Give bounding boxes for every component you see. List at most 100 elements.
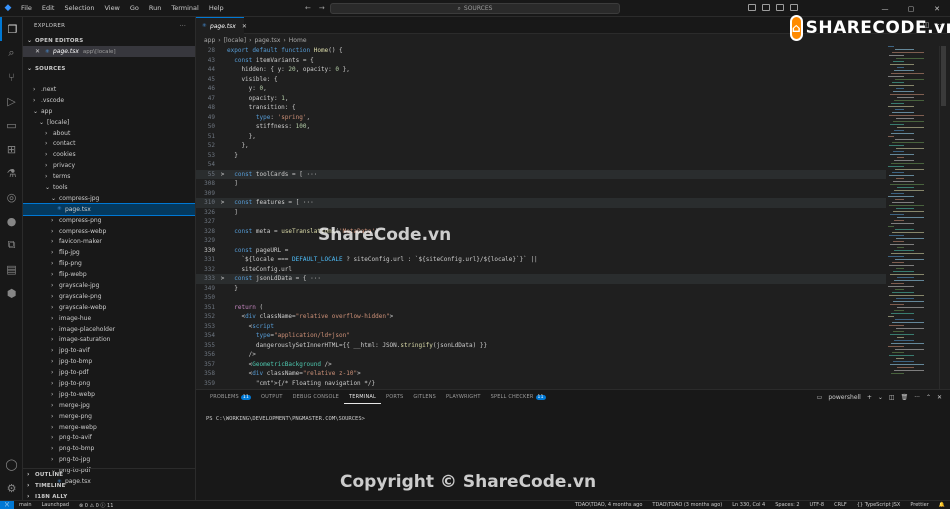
section-outline[interactable]: › OUTLINE — [23, 469, 195, 480]
code-line[interactable]: 359 "cmt">{/* Floating navigation */} — [196, 379, 886, 389]
tree-folder[interactable]: › merge-jpg — [23, 400, 195, 411]
new-terminal-icon[interactable]: + — [867, 394, 872, 401]
i18n-icon[interactable]: ⧉ — [0, 233, 23, 257]
trash-icon[interactable]: 🗑 — [901, 394, 909, 401]
code-line[interactable]: 326 ] — [196, 208, 886, 218]
testing-icon[interactable]: ⚗ — [0, 161, 23, 185]
tree-file[interactable]: ⚛ page.tsx — [23, 202, 195, 216]
fold-chevron-icon[interactable]: > — [218, 171, 227, 178]
open-editor-item[interactable]: ✕ ⚛ page.tsx app\[locale] — [23, 46, 195, 57]
tree-folder[interactable]: › .vscode — [23, 95, 195, 106]
status-item[interactable]: TDAO\TDAO (3 months ago) — [647, 502, 727, 508]
more-actions-icon[interactable]: ··· — [180, 23, 186, 29]
notifications-bell-icon[interactable]: 🔔 — [934, 502, 950, 508]
workspace-root[interactable]: ⌄ SOURCES — [23, 63, 195, 74]
back-arrow-icon[interactable]: ← — [305, 4, 311, 12]
code-line[interactable]: 52 }, — [196, 141, 886, 151]
breadcrumb-item[interactable]: [locale] — [224, 37, 246, 44]
tree-folder[interactable]: ⌄ compress-jpg — [23, 193, 195, 204]
fold-chevron-icon[interactable]: > — [218, 199, 227, 206]
fold-chevron-icon[interactable]: > — [218, 275, 227, 282]
panel-tab-terminal[interactable]: TERMINAL — [344, 390, 382, 404]
close-icon[interactable]: ✕ — [242, 23, 247, 30]
code-line[interactable]: 308 ] — [196, 179, 886, 189]
code-line[interactable]: 46 y: 0, — [196, 84, 886, 94]
panel-tab-spell-checker[interactable]: SPELL CHECKER 11 — [486, 390, 551, 404]
tree-folder[interactable]: › merge-png — [23, 411, 195, 422]
tree-folder[interactable]: › png-to-avif — [23, 433, 195, 444]
status-item[interactable]: CRLF — [829, 502, 852, 508]
status-item[interactable]: Ln 330, Col 4 — [727, 502, 770, 508]
code-line[interactable]: 356 /> — [196, 350, 886, 360]
code-line[interactable]: 44 hidden: { y: 20, opacity: 0 }, — [196, 65, 886, 75]
command-center-search[interactable]: ⌕ SOURCES — [330, 3, 620, 14]
editor-tab-page-tsx[interactable]: ⚛ page.tsx ✕ — [196, 17, 247, 34]
tree-folder[interactable]: › jpg-to-pdf — [23, 367, 195, 378]
breadcrumb-item[interactable]: app — [204, 37, 215, 44]
search-view-icon[interactable]: ⌕ — [0, 41, 23, 65]
panel-tab-problems[interactable]: PROBLEMS 11 — [205, 390, 256, 404]
code-line[interactable]: 54 — [196, 160, 886, 170]
breadcrumb-item[interactable]: page.tsx — [254, 37, 280, 44]
section-timeline[interactable]: › TIMELINE — [23, 480, 195, 491]
forward-arrow-icon[interactable]: → — [319, 4, 325, 12]
tree-folder[interactable]: › favicon-maker — [23, 236, 195, 247]
tree-folder[interactable]: › grayscale-jpg — [23, 280, 195, 291]
menu-file[interactable]: File — [16, 0, 37, 17]
menu-run[interactable]: Run — [144, 0, 166, 17]
code-line[interactable]: 354 type="application/ld+json" — [196, 331, 886, 341]
tree-folder[interactable]: › image-hue — [23, 313, 195, 324]
run-debug-icon[interactable]: ▷ — [0, 89, 23, 113]
code-line[interactable]: 332 siteConfig.url — [196, 265, 886, 275]
code-line[interactable]: 43 const itemVariants = { — [196, 56, 886, 66]
code-line[interactable]: 349 } — [196, 284, 886, 294]
toggle-secondary-sidebar-icon[interactable] — [776, 4, 784, 11]
status-item[interactable]: Launchpad — [37, 502, 75, 509]
code-line[interactable]: 331 `${locale === DEFAULT_LOCALE ? siteC… — [196, 255, 886, 265]
tree-folder[interactable]: › contact — [23, 138, 195, 149]
code-line[interactable]: 327 — [196, 217, 886, 227]
menu-edit[interactable]: Edit — [37, 0, 60, 17]
split-terminal-icon[interactable]: ◫ — [889, 394, 895, 401]
tree-folder[interactable]: › merge-webp — [23, 422, 195, 433]
account-icon[interactable]: ◯ — [0, 452, 23, 476]
menu-selection[interactable]: Selection — [59, 0, 99, 17]
code-line[interactable]: 330 const pageURL = — [196, 246, 886, 256]
status-item[interactable]: Prettier — [905, 502, 933, 508]
remote-indicator-icon[interactable]: ⟩⟨ — [0, 500, 14, 509]
status-item[interactable]: ⊗ 0 ⚠ 0 ⓘ 11 — [74, 502, 118, 509]
gear-icon[interactable]: ⚙ — [0, 476, 23, 500]
code-line[interactable]: 47 opacity: 1, — [196, 94, 886, 104]
tree-folder[interactable]: › jpg-to-avif — [23, 345, 195, 356]
remote-explorer-icon[interactable]: ▭ — [0, 113, 23, 137]
code-line[interactable]: 350 — [196, 293, 886, 303]
tree-folder[interactable]: › image-saturation — [23, 334, 195, 345]
code-line[interactable]: 55 > const toolCards = [ ··· — [196, 169, 886, 179]
code-line[interactable]: 53 } — [196, 151, 886, 161]
tree-folder[interactable]: › about — [23, 128, 195, 139]
tree-folder[interactable]: › jpg-to-webp — [23, 389, 195, 400]
tree-folder[interactable]: › compress-webp — [23, 226, 195, 237]
tree-folder[interactable]: › jpg-to-png — [23, 378, 195, 389]
tree-folder[interactable]: › .next — [23, 84, 195, 95]
extensions-icon[interactable]: ⊞ — [0, 137, 23, 161]
tree-folder[interactable]: ⌄ tools — [23, 182, 195, 193]
tree-folder[interactable]: › grayscale-png — [23, 291, 195, 302]
panel-tab-debug-console[interactable]: DEBUG CONSOLE — [288, 390, 344, 404]
close-icon[interactable]: ✕ — [937, 394, 942, 401]
code-line[interactable]: 50 stiffness: 100, — [196, 122, 886, 132]
tree-folder[interactable]: › cookies — [23, 149, 195, 160]
gitlens-icon[interactable]: ◎ — [0, 185, 23, 209]
maximize-panel-icon[interactable]: ⌃ — [926, 394, 931, 401]
code-line[interactable]: 329 — [196, 236, 886, 246]
source-control-icon[interactable]: ⑂ — [0, 65, 23, 89]
code-editor[interactable]: 28 export default function Home() {43 con… — [196, 46, 886, 396]
tree-folder[interactable]: › png-to-bmp — [23, 443, 195, 454]
open-editors-section[interactable]: ⌄ OPEN EDITORS — [23, 35, 195, 46]
code-line[interactable]: 51 }, — [196, 132, 886, 142]
status-item[interactable]: main — [14, 502, 37, 509]
code-line[interactable]: 48 transition: { — [196, 103, 886, 113]
code-line[interactable]: 28 export default function Home() { — [196, 46, 886, 56]
code-line[interactable]: 358 <div className="relative z-10"> — [196, 369, 886, 379]
code-line[interactable]: 352 <div className="relative overflow-hi… — [196, 312, 886, 322]
